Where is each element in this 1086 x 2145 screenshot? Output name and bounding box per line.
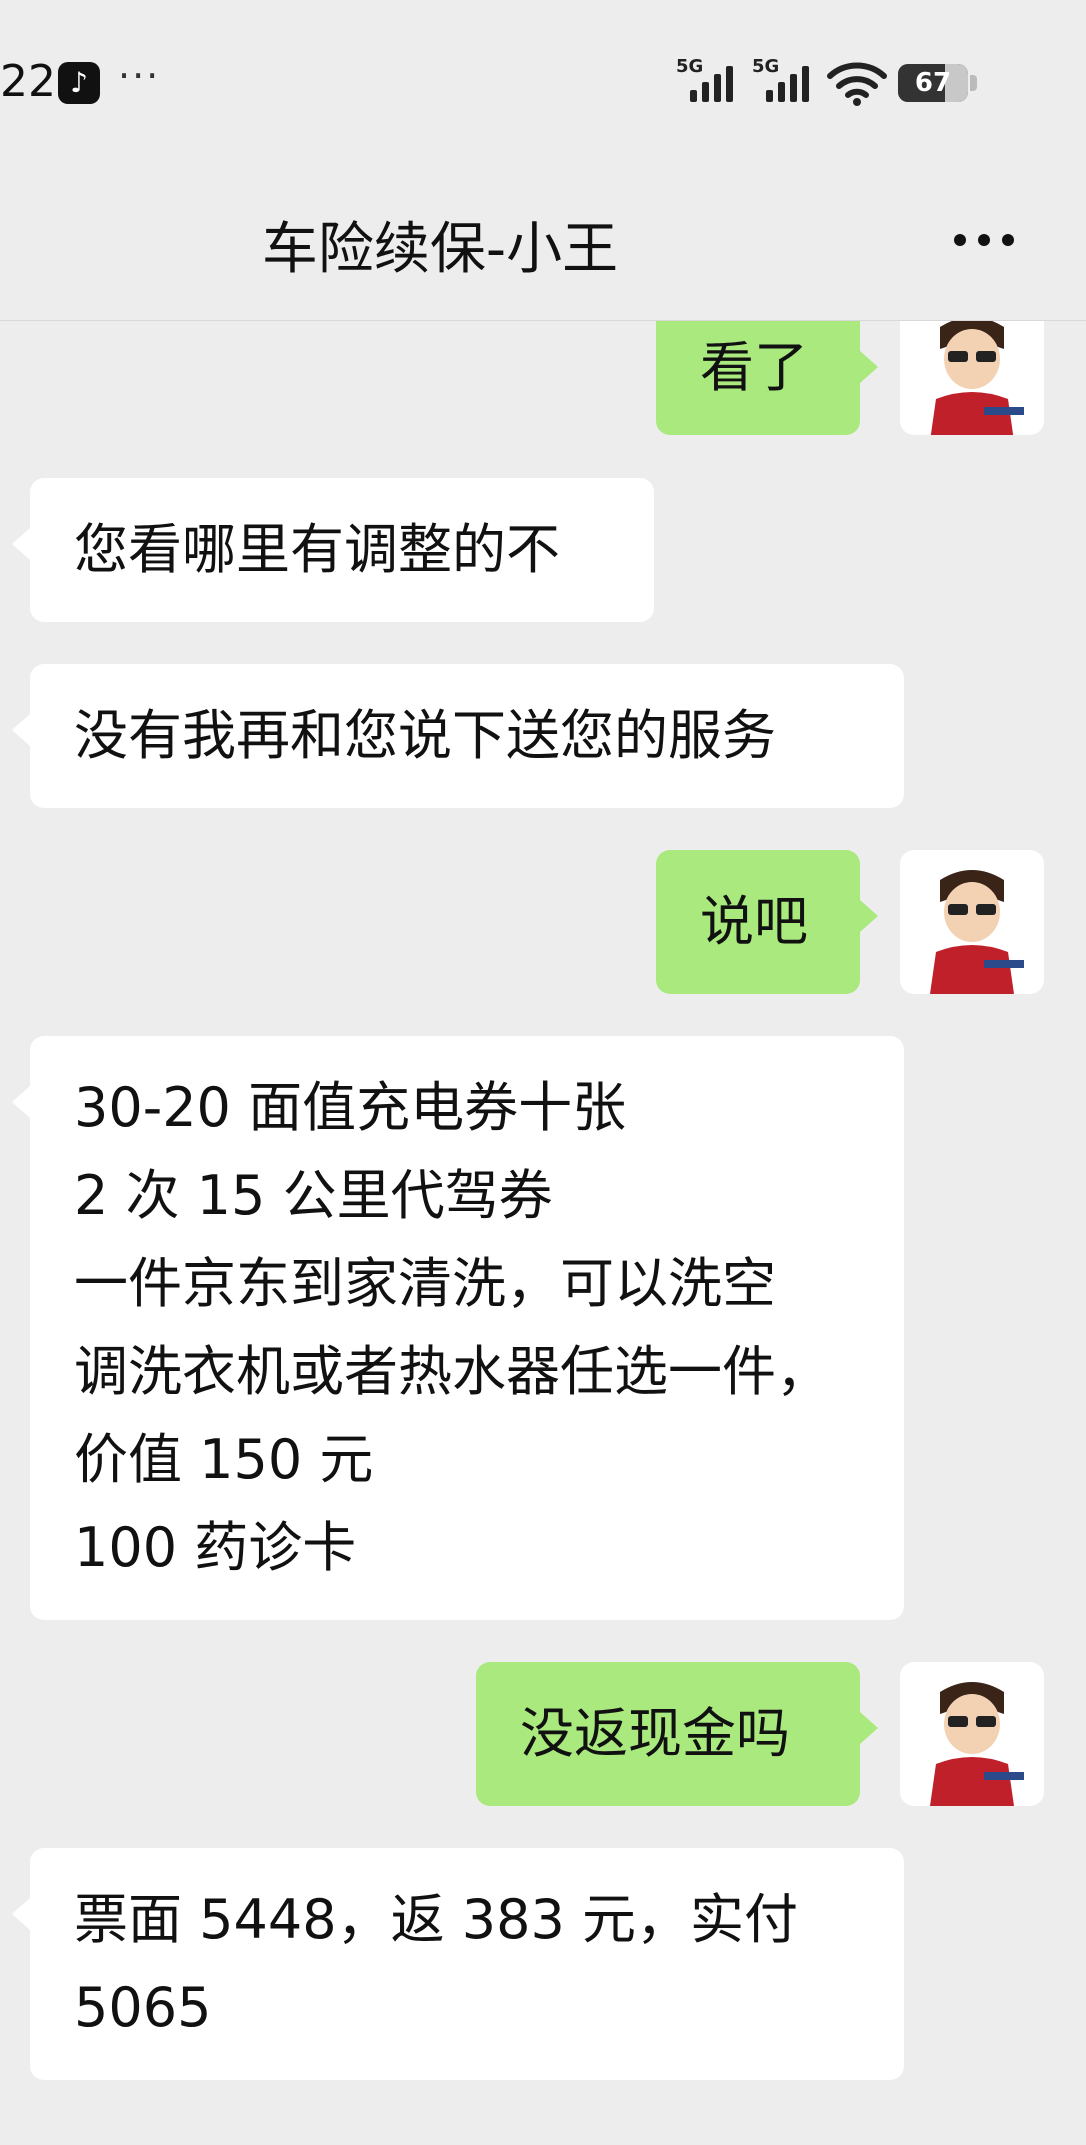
message-bubble-incoming[interactable]: 30-20 面值充电券十张 2 次 15 公里代驾券 一件京东到家清洗，可以洗空… bbox=[12, 1036, 904, 1620]
avatar[interactable] bbox=[900, 1662, 1044, 1806]
message-bubble-incoming[interactable]: 没有我再和您说下送您的服务 bbox=[12, 664, 904, 808]
chat-header: 车险续保-小王 bbox=[0, 160, 1086, 321]
message-bubble-incoming[interactable]: 您看哪里有调整的不 bbox=[12, 478, 654, 622]
battery-icon: 67 bbox=[898, 64, 977, 102]
chat-title: 车险续保-小王 bbox=[261, 217, 619, 282]
avatar[interactable] bbox=[900, 321, 1044, 435]
message-list[interactable]: 看了 您看哪里有调整的不 没有我再和您说下送您的服务 说吧 30-20 面值充电… bbox=[0, 321, 1086, 2145]
avatar[interactable] bbox=[900, 850, 1044, 994]
status-bar: 22 ♪ ··· 5G 5G 67 bbox=[0, 0, 1086, 160]
message-bubble-outgoing[interactable]: 看了 bbox=[656, 321, 878, 435]
more-notifications-icon: ··· bbox=[118, 54, 161, 98]
message-bubble-outgoing[interactable]: 没返现金吗 bbox=[476, 1662, 878, 1806]
status-time: 22 bbox=[0, 56, 56, 107]
message-bubble-outgoing[interactable]: 说吧 bbox=[656, 850, 878, 994]
battery-level: 67 bbox=[914, 68, 952, 98]
message-bubble-incoming[interactable]: 票面 5448，返 383 元，实付 5065 bbox=[12, 1848, 904, 2080]
tiktok-icon: ♪ bbox=[58, 62, 100, 104]
wifi-icon bbox=[827, 62, 887, 106]
signal-5g-icon-2: 5G bbox=[752, 56, 822, 106]
signal-5g-icon-1: 5G bbox=[676, 56, 746, 106]
ellipsis-icon[interactable] bbox=[944, 220, 1024, 260]
